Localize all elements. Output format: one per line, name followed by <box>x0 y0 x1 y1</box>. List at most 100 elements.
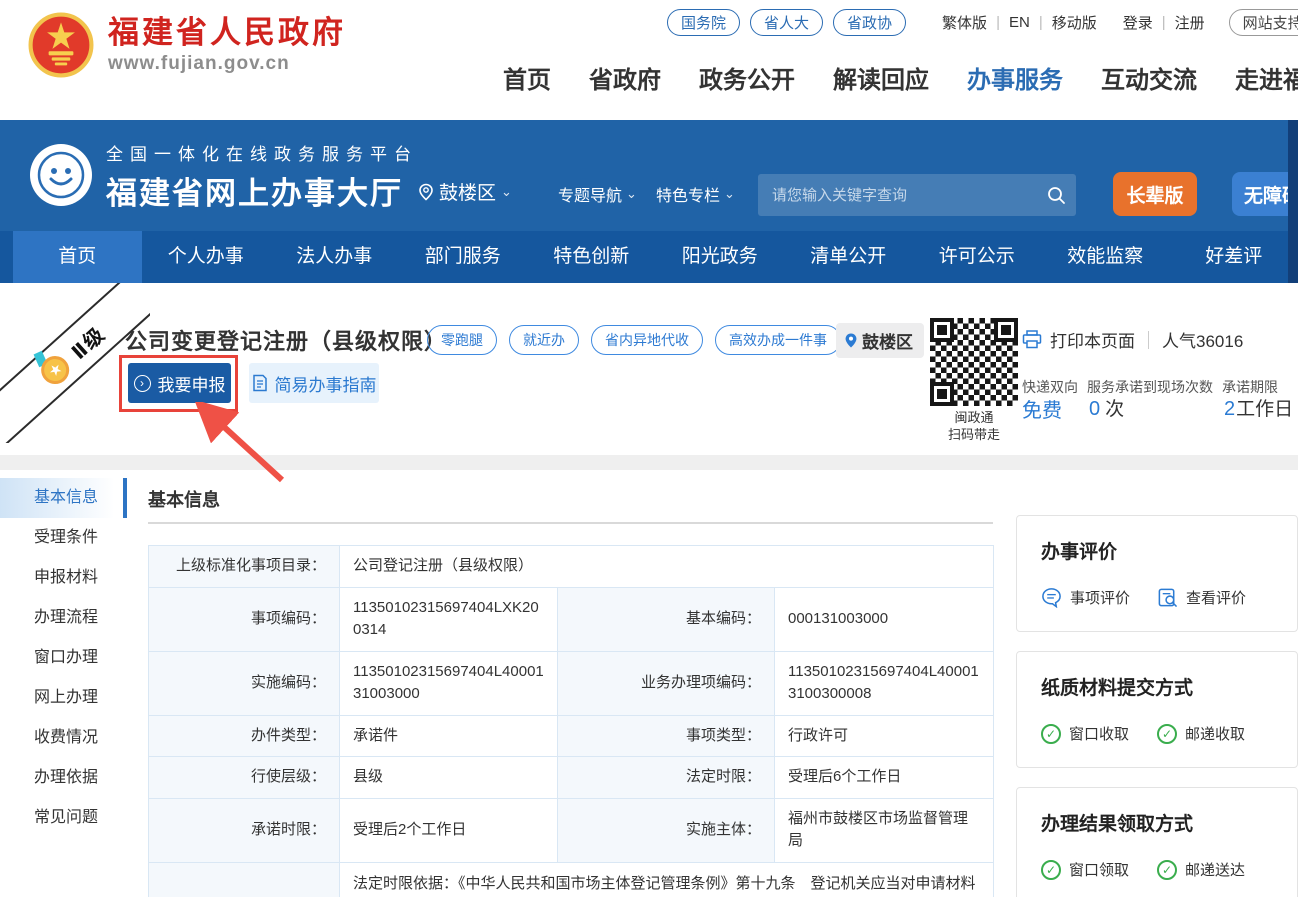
portal-nav-services[interactable]: 办事服务 <box>967 60 1063 95</box>
stat-value-visits: 0次 <box>1089 394 1124 421</box>
hall-nav-efficiency[interactable]: 效能监察 <box>1041 231 1170 283</box>
national-emblem-icon <box>28 12 94 78</box>
item-rate-service-label: 事项评价 <box>1070 587 1130 608</box>
hall-nav-innovation[interactable]: 特色创新 <box>527 231 656 283</box>
print-page-button[interactable]: 打印本页面 <box>1050 327 1135 352</box>
link-english[interactable]: EN <box>1009 14 1030 31</box>
link-provincial-cppcc[interactable]: 省政协 <box>833 9 906 36</box>
portal-nav-government[interactable]: 省政府 <box>589 60 661 95</box>
document-icon <box>252 374 268 392</box>
tab-faq[interactable]: 常见问题 <box>0 798 127 838</box>
tab-fees[interactable]: 收费情况 <box>0 718 127 758</box>
item-rate-service[interactable]: 事项评价 <box>1041 587 1157 608</box>
medal-icon: ★ <box>36 350 76 390</box>
portal-nav: 首页 省政府 政务公开 解读回应 办事服务 互动交流 走进福建 <box>503 60 1298 95</box>
item-window-pickup-label: 窗口领取 <box>1069 859 1129 880</box>
site-name: 福建省人民政府 <box>108 15 346 51</box>
section-underline <box>148 522 993 524</box>
search-input[interactable] <box>758 187 1036 204</box>
section-title: 基本信息 <box>148 486 993 512</box>
guide-button[interactable]: 简易办事指南 <box>249 363 379 403</box>
tab-legal-basis[interactable]: 办理依据 <box>0 758 127 798</box>
scrollbar-strip[interactable] <box>1288 120 1298 283</box>
site-logo[interactable]: 福建省人民政府 www.fujian.gov.cn <box>28 12 346 78</box>
site-header: 福建省人民政府 www.fujian.gov.cn 国务院 省人大 省政协 繁体… <box>0 0 1298 120</box>
tag-zero-trip: 零跑腿 <box>427 325 497 355</box>
search-button[interactable] <box>1036 174 1076 216</box>
hall-nav-list-disclosure[interactable]: 清单公开 <box>784 231 913 283</box>
item-mail-collect: ✓ 邮递收取 <box>1157 723 1273 744</box>
hall-nav-permit-publicity[interactable]: 许可公示 <box>913 231 1042 283</box>
region-selector[interactable]: 鼓楼区 ⌄ <box>418 178 512 205</box>
printer-icon <box>1022 330 1042 349</box>
portal-nav-interpretation[interactable]: 解读回应 <box>833 60 929 95</box>
card-paper-submit: 纸质材料提交方式 ✓ 窗口收取 ✓ 邮递收取 <box>1016 651 1298 768</box>
side-cards: 办事评价 事项评价 查 <box>1016 515 1298 897</box>
service-title: 公司变更登记注册（县级权限） <box>125 324 447 356</box>
card-evaluation-title: 办事评价 <box>1041 537 1273 564</box>
hall-nav-home[interactable]: 首页 <box>13 231 142 283</box>
smiley-logo-icon <box>37 151 85 199</box>
site-url: www.fujian.gov.cn <box>108 53 346 75</box>
stat-value-delivery: 免费 <box>1022 394 1062 423</box>
link-provincial-congress[interactable]: 省人大 <box>750 9 823 36</box>
hall-nav-sunshine[interactable]: 阳光政务 <box>656 231 785 283</box>
portal-nav-home[interactable]: 首页 <box>503 60 551 95</box>
hall-nav-personal[interactable]: 个人办事 <box>142 231 271 283</box>
portal-nav-disclosure[interactable]: 政务公开 <box>699 60 795 95</box>
platform-line: 全国一体化在线政务服务平台 <box>106 140 418 165</box>
popularity-count: 人气36016 <box>1162 327 1243 352</box>
ipv6-badge[interactable]: 网站支持IPV6 <box>1229 9 1298 36</box>
portal-nav-about-fujian[interactable]: 走进福建 <box>1235 60 1298 95</box>
circle-arrow-icon: › <box>134 375 151 392</box>
menu-featured-columns-label: 特色专栏 <box>656 182 720 206</box>
link-state-council[interactable]: 国务院 <box>667 9 740 36</box>
item-view-reviews[interactable]: 查看评价 <box>1157 587 1273 608</box>
hall-name: 福建省网上办事大厅 <box>106 168 418 213</box>
chevron-down-icon: ⌄ <box>501 184 512 200</box>
card-evaluation: 办事评价 事项评价 查 <box>1016 515 1298 632</box>
apply-button[interactable]: › 我要申报 <box>128 363 231 403</box>
table-row: 办件类型： 承诺件 事项类型： 行政许可 <box>149 715 994 757</box>
qr-caption: 闽政通 扫码带走 <box>924 409 1024 443</box>
qr-code <box>930 318 1018 406</box>
check-circle-icon: ✓ <box>1157 860 1177 880</box>
hall-nav-legal-person[interactable]: 法人办事 <box>270 231 399 283</box>
menu-featured-columns[interactable]: 特色专栏 ⌄ <box>656 182 735 206</box>
register-link[interactable]: 注册 <box>1175 12 1205 33</box>
portal-nav-interaction[interactable]: 互动交流 <box>1101 60 1197 95</box>
tab-application-materials[interactable]: 申报材料 <box>0 558 127 598</box>
qr-caption-line2: 扫码带走 <box>924 426 1024 443</box>
elder-version-button[interactable]: 长辈版 <box>1113 172 1197 216</box>
hall-nav: 首页 个人办事 法人办事 部门服务 特色创新 阳光政务 清单公开 许可公示 效能… <box>0 231 1298 283</box>
hall-nav-rating[interactable]: 好差评 <box>1170 231 1298 283</box>
card-result-pickup-title: 办理结果领取方式 <box>1041 809 1273 836</box>
link-mobile-version[interactable]: 移动版 <box>1052 12 1097 33</box>
service-region-badge: 鼓楼区 <box>836 323 924 358</box>
search-icon <box>1047 186 1066 205</box>
location-pin-icon <box>844 332 858 349</box>
item-window-pickup: ✓ 窗口领取 <box>1041 859 1157 880</box>
menu-special-topics[interactable]: 专题导航 ⌄ <box>558 182 637 206</box>
hall-nav-departments[interactable]: 部门服务 <box>399 231 528 283</box>
table-row: 行使层级： 县级 法定时限： 受理后6个工作日 <box>149 757 994 799</box>
page-root: 福建省人民政府 www.fujian.gov.cn 国务院 省人大 省政协 繁体… <box>0 0 1298 897</box>
login-link[interactable]: 登录 <box>1123 12 1153 33</box>
link-traditional-chinese[interactable]: 繁体版 <box>942 12 987 33</box>
service-hall-logo[interactable] <box>30 144 92 206</box>
chevron-down-icon: ⌄ <box>724 186 735 202</box>
tab-online-handling[interactable]: 网上办理 <box>0 678 127 718</box>
comment-icon <box>1041 587 1062 608</box>
tab-basic-info[interactable]: 基本信息 <box>0 478 127 518</box>
tab-process[interactable]: 办理流程 <box>0 598 127 638</box>
table-row: 法定时限说明： 法定时限依据：《中华人民共和国市场主体登记管理条例》第十九条 登… <box>149 862 994 897</box>
stat-value-deadline: 2工作日 <box>1224 394 1293 421</box>
basic-info-table: 上级标准化事项目录： 公司登记注册（县级权限） 事项编码： 1135010231… <box>148 545 994 897</box>
card-paper-submit-title: 纸质材料提交方式 <box>1041 673 1273 700</box>
service-hall-title[interactable]: 全国一体化在线政务服务平台 福建省网上办事大厅 <box>106 140 418 213</box>
tab-window-handling[interactable]: 窗口办理 <box>0 638 127 678</box>
region-selector-label: 鼓楼区 <box>439 178 496 205</box>
print-row: 打印本页面 人气36016 <box>1022 327 1243 352</box>
tab-acceptance-conditions[interactable]: 受理条件 <box>0 518 127 558</box>
qr-caption-line1: 闽政通 <box>924 409 1024 426</box>
